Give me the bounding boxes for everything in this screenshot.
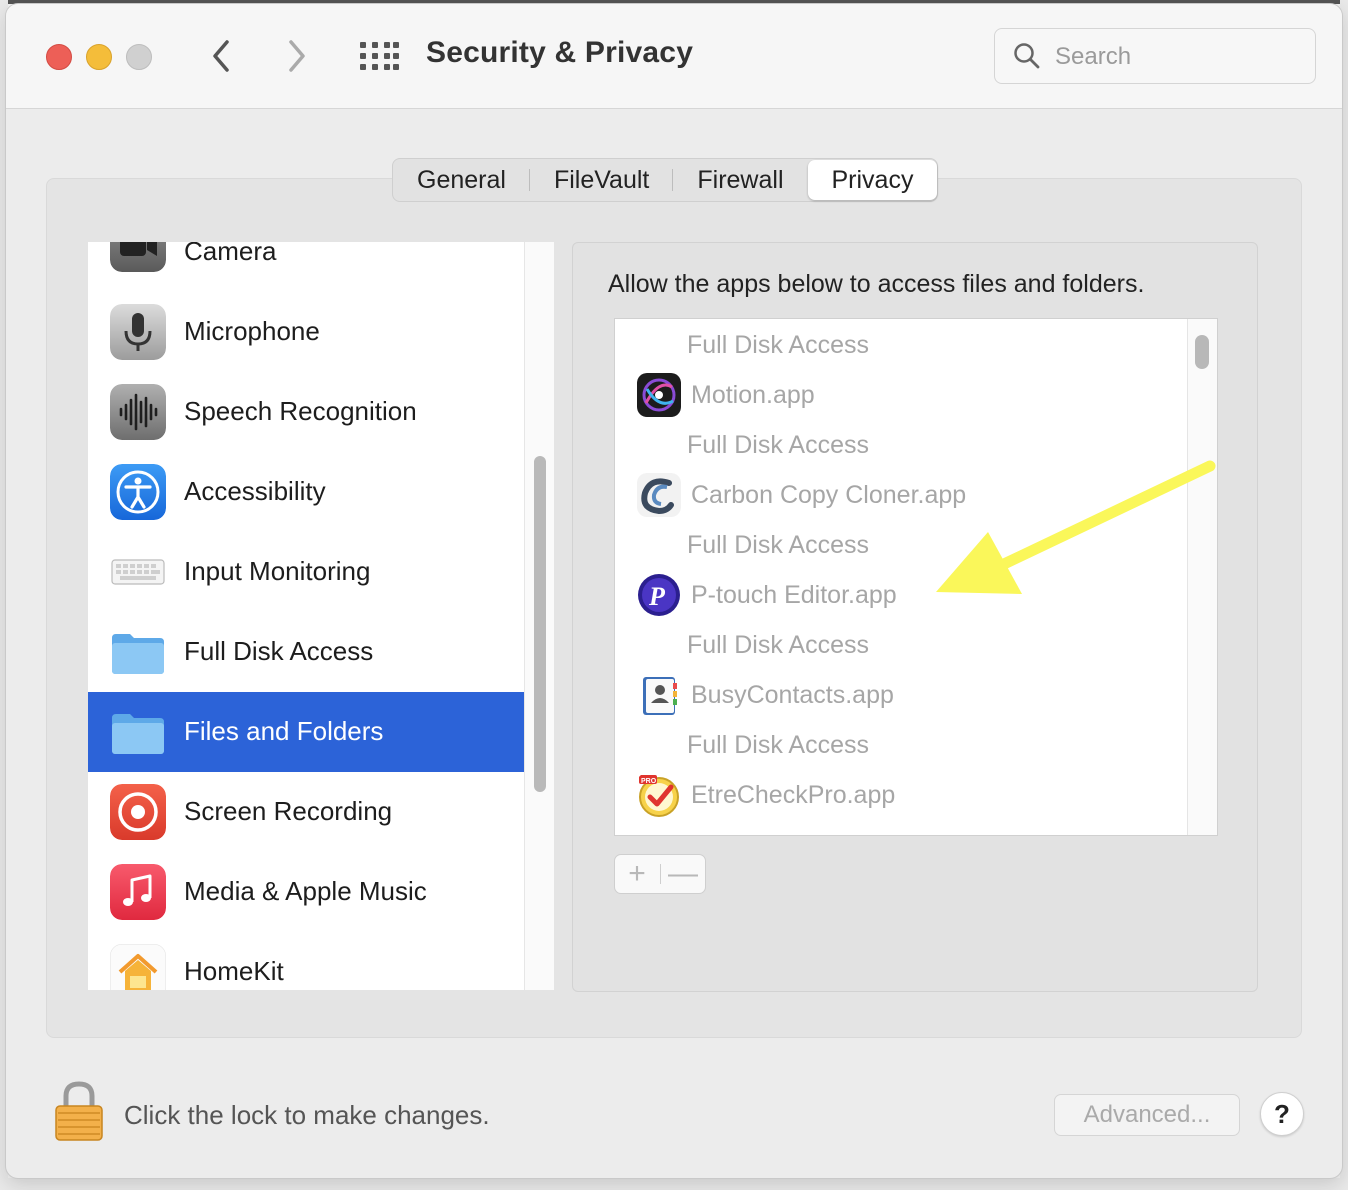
lock-status-text: Click the lock to make changes. xyxy=(124,1100,490,1130)
sidebar-item-label: Files and Folders xyxy=(184,716,384,746)
desktop-background-bottom xyxy=(0,1178,1348,1190)
sidebar-item-label: Media & Apple Music xyxy=(184,876,427,906)
access-label: Full Disk Access xyxy=(687,431,869,459)
app-name: EtreCheckPro.app xyxy=(691,781,896,809)
camera-icon xyxy=(110,242,166,272)
access-label: Full Disk Access xyxy=(687,531,869,559)
record-icon xyxy=(110,784,166,840)
sidebar-item-camera[interactable]: Camera xyxy=(88,242,524,284)
waveform-icon xyxy=(110,384,166,440)
list-scrollbar-thumb[interactable] xyxy=(1195,335,1209,369)
svg-text:PRO: PRO xyxy=(641,778,657,785)
microphone-icon xyxy=(110,304,166,360)
chevron-left-icon xyxy=(213,40,229,72)
sidebar-item-files-and-folders[interactable]: Files and Folders xyxy=(88,692,524,772)
preferences-window: Security & Privacy General FileVault Fir… xyxy=(6,4,1342,1178)
window-title: Security & Privacy xyxy=(426,36,694,69)
add-app-button[interactable]: + xyxy=(615,855,659,893)
panel-heading: Allow the apps below to access files and… xyxy=(608,270,1145,298)
sidebar-item-homekit[interactable]: HomeKit xyxy=(88,932,524,990)
sidebar-item-input-monitoring[interactable]: Input Monitoring xyxy=(88,532,524,612)
search-icon xyxy=(1014,43,1040,69)
access-label: Full Disk Access xyxy=(687,631,869,659)
sidebar-item-screen-recording[interactable]: Screen Recording xyxy=(88,772,524,852)
motion-app-icon xyxy=(637,373,681,417)
sidebar-item-label: Screen Recording xyxy=(184,796,393,826)
sidebar-item-full-disk-access[interactable]: Full Disk Access xyxy=(88,612,524,692)
app-name: BusyContacts.app xyxy=(691,681,894,709)
privacy-category-list[interactable]: Camera Microphone Speech Recognition Acc… xyxy=(88,242,554,990)
close-window-button[interactable] xyxy=(46,44,72,70)
ptouch-app-icon: P xyxy=(638,574,680,616)
sidebar-item-accessibility[interactable]: Accessibility xyxy=(88,452,524,532)
sidebar-item-media-apple-music[interactable]: Media & Apple Music xyxy=(88,852,524,932)
lock-icon[interactable] xyxy=(54,1080,104,1142)
etrecheck-app-icon: PRO xyxy=(639,775,679,817)
back-button[interactable] xyxy=(206,38,236,74)
sidebar-scrollbar-thumb[interactable] xyxy=(534,456,546,792)
tab-filevault[interactable]: FileVault xyxy=(530,159,674,201)
tab-general[interactable]: General xyxy=(393,159,530,201)
sidebar-item-label: Speech Recognition xyxy=(184,396,417,426)
app-name: Motion.app xyxy=(691,381,815,409)
advanced-button[interactable]: Advanced... xyxy=(1054,1094,1240,1136)
sidebar-item-speech-recognition[interactable]: Speech Recognition xyxy=(88,372,524,452)
sidebar-item-label: Camera xyxy=(184,242,277,266)
music-note-icon xyxy=(110,864,166,920)
add-remove-control: + — xyxy=(614,854,706,894)
sidebar-item-microphone[interactable]: Microphone xyxy=(88,292,524,372)
show-all-button[interactable] xyxy=(358,40,399,72)
folder-icon xyxy=(112,714,164,754)
sidebar-item-label: Accessibility xyxy=(184,476,326,506)
sidebar-item-label: Input Monitoring xyxy=(184,556,371,586)
accessibility-icon xyxy=(110,464,166,520)
toolbar: Security & Privacy xyxy=(6,4,1342,109)
search-input[interactable] xyxy=(1053,29,1307,85)
sidebar-item-label: HomeKit xyxy=(184,956,284,986)
annotation-arrow-icon xyxy=(936,460,1216,594)
keyboard-icon xyxy=(111,559,165,585)
tab-bar: General FileVault Firewall Privacy xyxy=(392,158,939,202)
remove-app-button[interactable]: — xyxy=(661,855,705,893)
sidebar-item-label: Microphone xyxy=(184,316,320,346)
sidebar-item-label: Full Disk Access xyxy=(184,636,374,666)
home-icon xyxy=(110,944,166,990)
ccc-app-icon xyxy=(637,473,681,517)
access-label: Full Disk Access xyxy=(687,331,869,359)
forward-button[interactable] xyxy=(282,38,312,74)
search-field[interactable] xyxy=(994,28,1316,85)
minimize-window-button[interactable] xyxy=(86,44,112,70)
tab-privacy[interactable]: Privacy xyxy=(807,160,938,200)
tab-firewall[interactable]: Firewall xyxy=(673,159,807,201)
svg-text:P: P xyxy=(648,582,666,611)
access-label: Full Disk Access xyxy=(687,731,869,759)
zoom-window-button[interactable] xyxy=(126,44,152,70)
chevron-right-icon xyxy=(289,40,305,72)
app-name: P-touch Editor.app xyxy=(691,581,897,609)
folder-icon xyxy=(112,634,164,674)
busycontacts-app-icon xyxy=(643,677,677,715)
help-button[interactable]: ? xyxy=(1260,1092,1304,1136)
app-name: Carbon Copy Cloner.app xyxy=(691,481,967,509)
